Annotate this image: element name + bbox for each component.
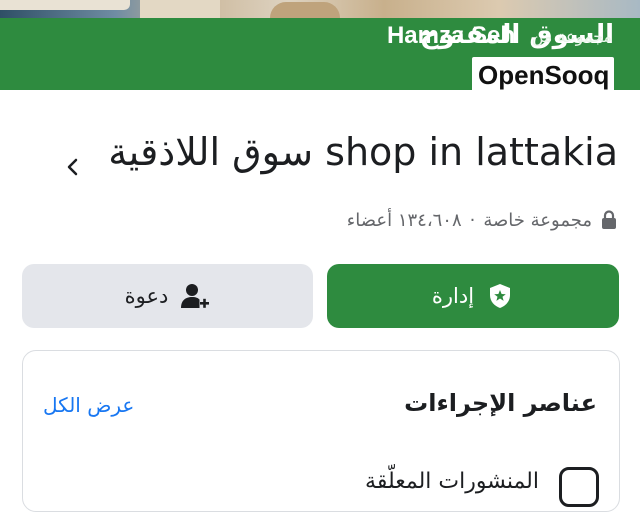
logo-brand: OpenSooq (478, 60, 610, 90)
header-owner-name[interactable]: Hamza Seh (387, 22, 515, 50)
cover-sign (0, 0, 130, 10)
group-meta: مجموعة خاصة · ١٣٤،٦٠٨ أعضاء (347, 206, 618, 234)
cover-building (140, 0, 220, 18)
cover-mosque (270, 2, 340, 18)
manage-button[interactable]: إدارة (327, 264, 619, 328)
manage-label: إدارة (431, 284, 475, 308)
invite-button[interactable]: دعوة (22, 264, 313, 328)
group-title[interactable]: سوق اللاذقية shop in lattakia (108, 130, 618, 174)
cover-photo (0, 0, 640, 18)
meta-separator: · (469, 209, 476, 231)
chevron-left-icon[interactable] (64, 156, 82, 178)
action-items-card: عناصر الإجراءات عرض الكل المنشورات المعل… (22, 350, 620, 512)
group-members[interactable]: ١٣٤،٦٠٨ أعضاء (347, 210, 462, 231)
pending-posts-icon[interactable] (559, 467, 599, 507)
add-person-icon (181, 284, 210, 308)
lock-icon (602, 210, 616, 229)
see-all-link[interactable]: عرض الكل (43, 393, 134, 417)
invite-label: دعوة (124, 284, 169, 308)
group-privacy: مجموعة خاصة (483, 209, 592, 231)
action-items-title: عناصر الإجراءات (404, 389, 597, 417)
shield-star-icon (490, 284, 511, 308)
header-subtitle: مجموعة من (531, 27, 612, 46)
action-item-label[interactable]: المنشورات المعلّقة (365, 469, 539, 494)
